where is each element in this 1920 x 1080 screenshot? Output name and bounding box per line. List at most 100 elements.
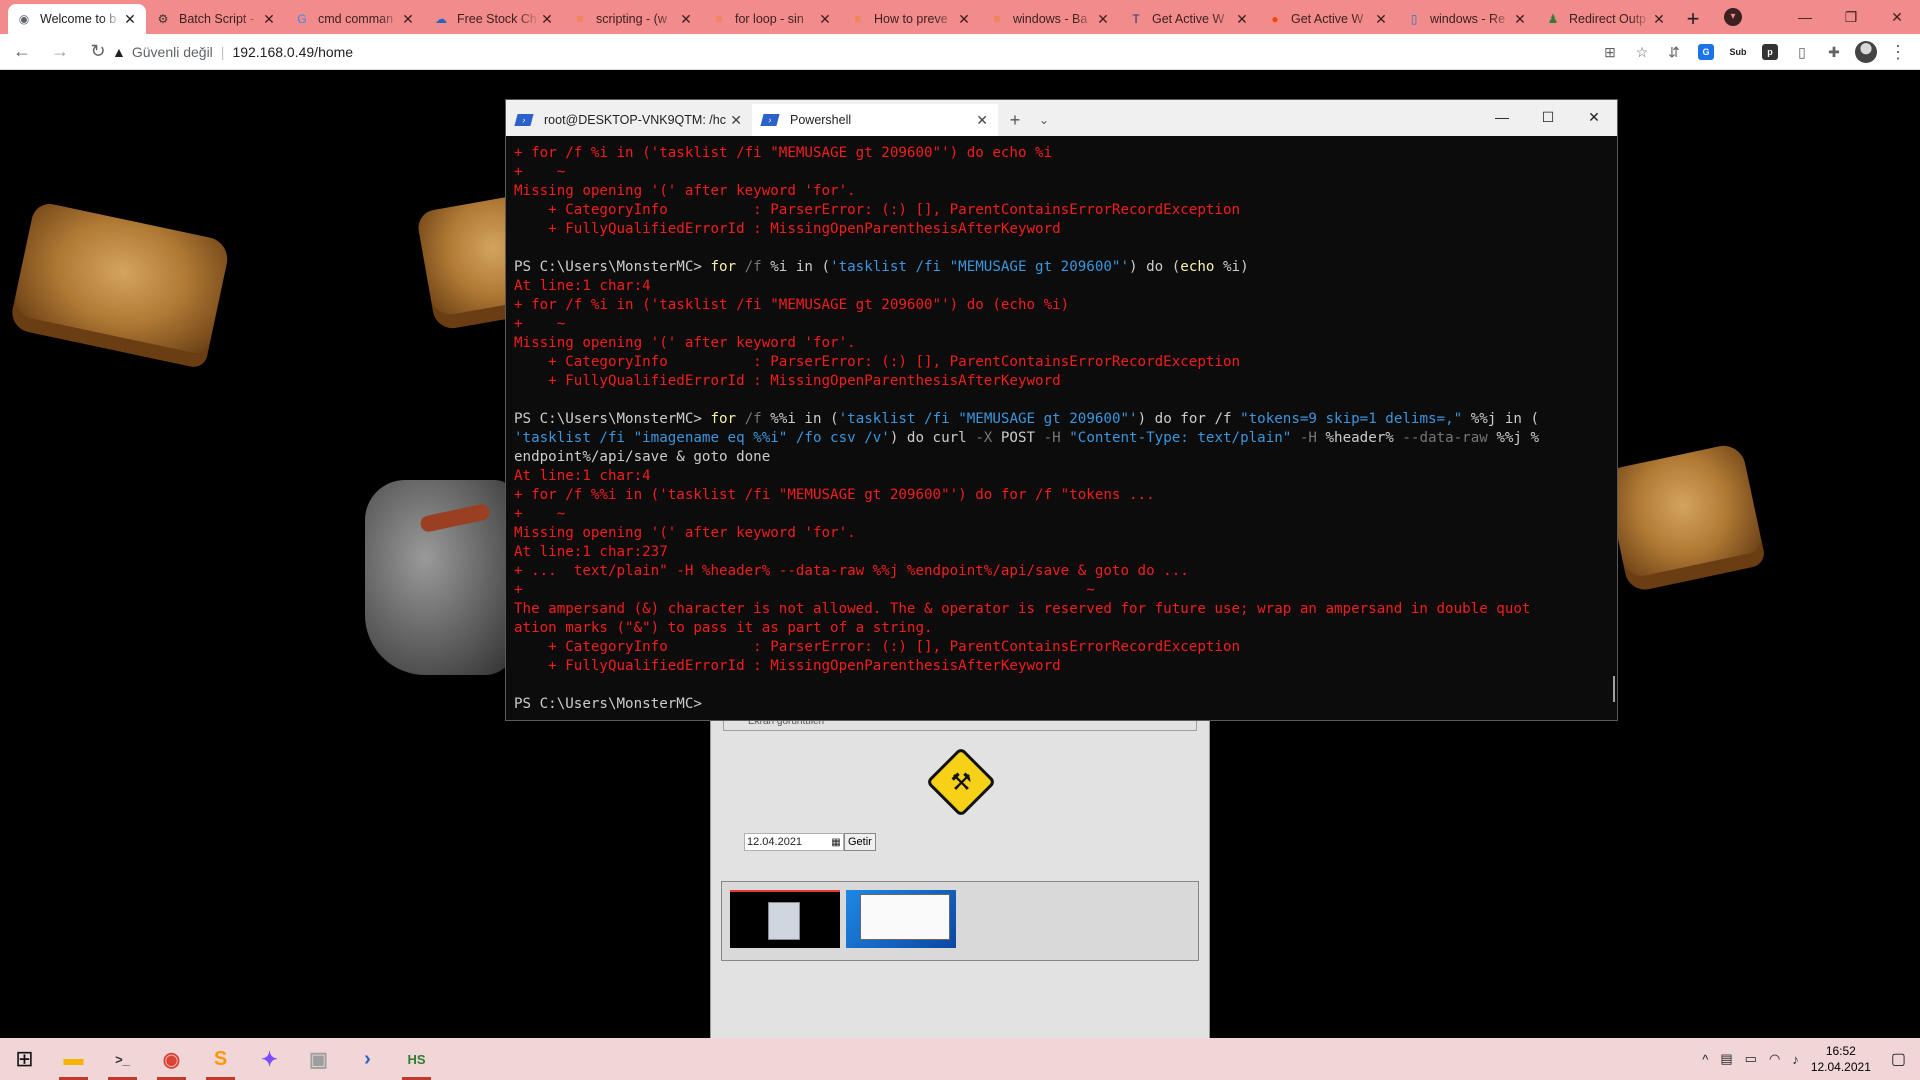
browser-tab[interactable]: ♟ Redirect Outp ✕: [1537, 4, 1675, 34]
extensions-puzzle-icon[interactable]: ✚: [1818, 38, 1850, 66]
console-token: ) do curl: [889, 430, 976, 446]
app-glyph: ▬: [63, 1047, 84, 1070]
tab-title: Get Active W: [1291, 12, 1364, 26]
tab-title: Redirect Outp: [1569, 12, 1647, 26]
browser-tab[interactable]: ⚙ Batch Script - ✕: [147, 4, 285, 34]
console-line: + ~: [514, 582, 1095, 598]
close-tab-icon[interactable]: ✕: [1234, 11, 1250, 28]
console-token: "Content-Type: text/plain": [1069, 430, 1292, 446]
hs-icon[interactable]: HS: [392, 1038, 441, 1080]
browser-tab[interactable]: ≡ windows - Ba ✕: [981, 4, 1119, 34]
forward-button[interactable]: →: [44, 36, 76, 68]
date-input[interactable]: 12.04.2021 ▦: [744, 833, 844, 851]
system-tray: ^ ▤ ▭ ◠ ♪ 16:52 12.04.2021 ▢: [1696, 1038, 1920, 1080]
console-line: + FullyQualifiedErrorId : MissingOpenPar…: [514, 221, 1061, 237]
extension-sub-icon[interactable]: Sub: [1722, 38, 1754, 66]
close-tab-icon[interactable]: ✕: [976, 112, 988, 129]
extension-p-icon[interactable]: p: [1754, 38, 1786, 66]
terminal-icon[interactable]: >_: [98, 1038, 147, 1080]
wifi-icon[interactable]: ◠: [1769, 1051, 1780, 1067]
chrome-icon[interactable]: ◉: [147, 1038, 196, 1080]
calendar-icon[interactable]: ▦: [829, 837, 843, 848]
close-tab-icon[interactable]: ✕: [730, 112, 742, 129]
console-line: + CategoryInfo : ParserError: (:) [], Pa…: [514, 639, 1241, 655]
new-terminal-tab-button[interactable]: +: [998, 104, 1032, 136]
browser-tab[interactable]: ≡ How to preve ✕: [842, 4, 980, 34]
terminal-scrollbar[interactable]: [1613, 676, 1615, 702]
close-window-button[interactable]: ✕: [1874, 9, 1920, 26]
terminal-maximize-button[interactable]: ☐: [1525, 100, 1571, 134]
console-line: At line:1 char:237: [514, 544, 668, 560]
close-tab-icon[interactable]: ✕: [678, 11, 694, 28]
close-tab-icon[interactable]: ✕: [956, 11, 972, 28]
console-token: %i in (: [770, 259, 831, 275]
clock-date: 12.04.2021: [1810, 1060, 1871, 1074]
terminal-close-button[interactable]: ✕: [1571, 100, 1617, 134]
terminal-dropdown-icon[interactable]: ⌄: [1032, 104, 1056, 136]
tray-overflow-icon[interactable]: ^: [1702, 1052, 1708, 1067]
warning-icon[interactable]: ▲: [112, 44, 126, 60]
close-tab-icon[interactable]: ✕: [1095, 11, 1111, 28]
clock[interactable]: 16:52 12.04.2021: [1811, 1043, 1871, 1075]
minimize-button[interactable]: —: [1782, 9, 1828, 25]
browser-tab[interactable]: ☁ Free Stock Ch ✕: [425, 4, 563, 34]
screenshot-thumbnail[interactable]: [846, 890, 956, 948]
terminal-minimize-button[interactable]: —: [1479, 100, 1525, 134]
browser-tab[interactable]: ● Get Active W ✕: [1259, 4, 1397, 34]
extension-icon[interactable]: ⇵: [1658, 38, 1690, 66]
browser-tab[interactable]: ≡ for loop - sin ✕: [703, 4, 841, 34]
address-bar[interactable]: ▲ Güvenli değil | 192.168.0.49/home: [112, 38, 1622, 66]
browser-tab[interactable]: Gcmd comman ✕: [286, 4, 424, 34]
powershell-icon[interactable]: ›: [343, 1038, 392, 1080]
close-tab-icon[interactable]: ✕: [539, 11, 555, 28]
url-text[interactable]: 192.168.0.49/home: [232, 44, 353, 60]
file-explorer-icon[interactable]: ▬: [49, 1038, 98, 1080]
browser-tab[interactable]: ≡ scripting - (w ✕: [564, 4, 702, 34]
terminal-tab-powershell[interactable]: › Powershell ✕: [752, 104, 998, 136]
close-tab-icon[interactable]: ✕: [817, 11, 833, 28]
sublime-icon[interactable]: S: [196, 1038, 245, 1080]
close-tab-icon[interactable]: ✕: [1373, 11, 1389, 28]
console-line: Missing opening '(' after keyword 'for'.: [514, 525, 856, 541]
tab-title: scripting - (w: [596, 12, 667, 26]
close-tab-icon[interactable]: ✕: [1651, 11, 1667, 28]
extension-translate-icon[interactable]: G: [1690, 38, 1722, 66]
shell-icon: ›: [514, 114, 534, 126]
tray-app-icon[interactable]: ▤: [1720, 1051, 1732, 1067]
console-token: -X: [975, 430, 1001, 446]
tab-title: How to preve: [874, 12, 948, 26]
browser-tab[interactable]: T Get Active W ✕: [1120, 4, 1258, 34]
close-tab-icon[interactable]: ✕: [122, 11, 138, 28]
browser-menu-icon[interactable]: ⋮: [1882, 38, 1914, 66]
reload-button[interactable]: ↻: [82, 36, 114, 68]
web-icon: ◉: [18, 12, 30, 26]
close-tab-icon[interactable]: ✕: [1512, 11, 1528, 28]
extension-bar-icon[interactable]: ▯: [1786, 38, 1818, 66]
close-tab-icon[interactable]: ✕: [400, 11, 416, 28]
photos-icon[interactable]: ▣: [294, 1038, 343, 1080]
security-status[interactable]: Güvenli değil: [132, 44, 213, 60]
terminal-output[interactable]: + for /f %i in ('tasklist /fi "MEMUSAGE …: [514, 144, 1606, 714]
translate-icon[interactable]: ⊞: [1594, 38, 1626, 66]
browser-tab[interactable]: ◉ Welcome to b ✕: [8, 4, 146, 34]
console-token: %i): [1223, 259, 1249, 275]
console-line: + for /f %i in ('tasklist /fi "MEMUSAGE …: [514, 145, 1053, 161]
terminal-tab-wsl[interactable]: › root@DESKTOP-VNK9QTM: /hc ✕: [506, 104, 752, 136]
back-button[interactable]: ←: [6, 36, 38, 68]
volume-icon[interactable]: ♪: [1792, 1052, 1799, 1067]
screenshot-thumbnail[interactable]: [730, 890, 840, 948]
battery-icon[interactable]: ▭: [1745, 1051, 1757, 1067]
getir-button[interactable]: Getir: [844, 833, 876, 851]
close-tab-icon[interactable]: ✕: [261, 11, 277, 28]
notifications-icon[interactable]: ▢: [1891, 1049, 1906, 1069]
tab-search-icon[interactable]: ▾: [1724, 8, 1742, 26]
gamepad-icon[interactable]: ✦: [245, 1038, 294, 1080]
browser-tab[interactable]: ▯ windows - Re ✕: [1398, 4, 1536, 34]
profile-avatar[interactable]: [1850, 38, 1882, 66]
console-line: At line:1 char:4: [514, 468, 651, 484]
restore-button[interactable]: ❐: [1828, 9, 1874, 26]
start-button[interactable]: ⊞: [0, 1038, 49, 1080]
bookmark-star-icon[interactable]: ☆: [1626, 38, 1658, 66]
console-token: for: [710, 259, 745, 275]
new-tab-button[interactable]: +: [1676, 4, 1710, 34]
